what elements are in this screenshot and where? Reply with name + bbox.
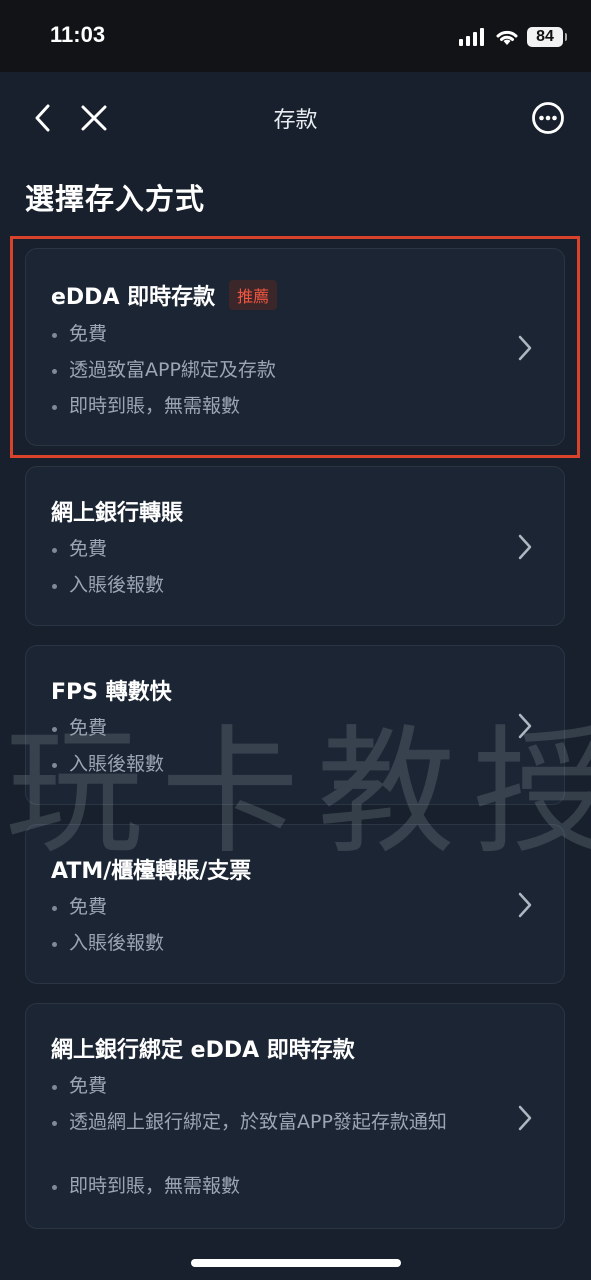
battery-icon: 84 bbox=[527, 27, 567, 47]
option-title: 網上銀行轉賬 bbox=[51, 495, 183, 527]
section-heading: 選擇存入方式 bbox=[25, 182, 206, 216]
option-card-online-banking[interactable]: 網上銀行轉賬 免費 入賬後報數 bbox=[25, 466, 565, 626]
feature-item: 入賬後報數 bbox=[51, 571, 499, 599]
option-title-text: ATM/櫃檯轉賬/支票 bbox=[51, 859, 252, 884]
feature-item: 透過致富APP綁定及存款 bbox=[51, 356, 499, 384]
option-title-text: FPS 轉數快 bbox=[51, 680, 172, 705]
status-icons: 84 bbox=[459, 24, 567, 50]
feature-item: 透過網上銀行綁定，於致富APP發起存款通知 bbox=[51, 1108, 499, 1136]
option-title-text: eDDA 即時存款 bbox=[51, 285, 216, 310]
option-card-edda[interactable]: eDDA 即時存款 推薦 免費 透過致富APP綁定及存款 即時到賬，無需報數 bbox=[25, 248, 565, 446]
option-title: eDDA 即時存款 推薦 bbox=[51, 279, 278, 311]
feature-item: 免費 bbox=[51, 714, 499, 742]
option-title-text: 網上銀行綁定 eDDA 即時存款 bbox=[51, 1038, 355, 1063]
chevron-right-icon bbox=[514, 1103, 536, 1133]
option-card-atm-counter-cheque[interactable]: ATM/櫃檯轉賬/支票 免費 入賬後報數 bbox=[25, 824, 565, 984]
home-indicator[interactable] bbox=[191, 1259, 401, 1267]
option-card-fps[interactable]: FPS 轉數快 免費 入賬後報數 bbox=[25, 645, 565, 805]
chevron-right-icon bbox=[514, 890, 536, 920]
chevron-right-icon bbox=[514, 333, 536, 363]
nav-bar: 存款 bbox=[0, 72, 591, 162]
feature-item: 免費 bbox=[51, 1072, 499, 1100]
option-title-text: 網上銀行轉賬 bbox=[51, 501, 184, 526]
status-bar: 11:03 84 bbox=[0, 0, 591, 72]
chevron-right-icon bbox=[514, 711, 536, 741]
status-time: 11:03 bbox=[50, 22, 106, 47]
option-title: 網上銀行綁定 eDDA 即時存款 bbox=[51, 1032, 355, 1064]
feature-item: 即時到賬，無需報數 bbox=[51, 1172, 499, 1200]
feature-item: 免費 bbox=[51, 320, 499, 348]
wifi-icon bbox=[496, 30, 518, 45]
recommended-badge: 推薦 bbox=[229, 280, 278, 310]
option-card-online-banking-edda[interactable]: 網上銀行綁定 eDDA 即時存款 免費 透過網上銀行綁定，於致富APP發起存款通… bbox=[25, 1003, 565, 1229]
feature-item: 免費 bbox=[51, 535, 499, 563]
feature-item: 入賬後報數 bbox=[51, 929, 499, 957]
option-title: ATM/櫃檯轉賬/支票 bbox=[51, 853, 251, 885]
feature-item: 入賬後報數 bbox=[51, 750, 499, 778]
option-title: FPS 轉數快 bbox=[51, 674, 172, 706]
page-title: 存款 bbox=[273, 108, 318, 133]
feature-item: 即時到賬，無需報數 bbox=[51, 392, 499, 420]
more-button[interactable] bbox=[526, 96, 570, 140]
chevron-right-icon bbox=[514, 532, 536, 562]
feature-item: 免費 bbox=[51, 893, 499, 921]
cellular-signal-icon bbox=[459, 28, 484, 46]
more-options-icon bbox=[532, 102, 564, 134]
